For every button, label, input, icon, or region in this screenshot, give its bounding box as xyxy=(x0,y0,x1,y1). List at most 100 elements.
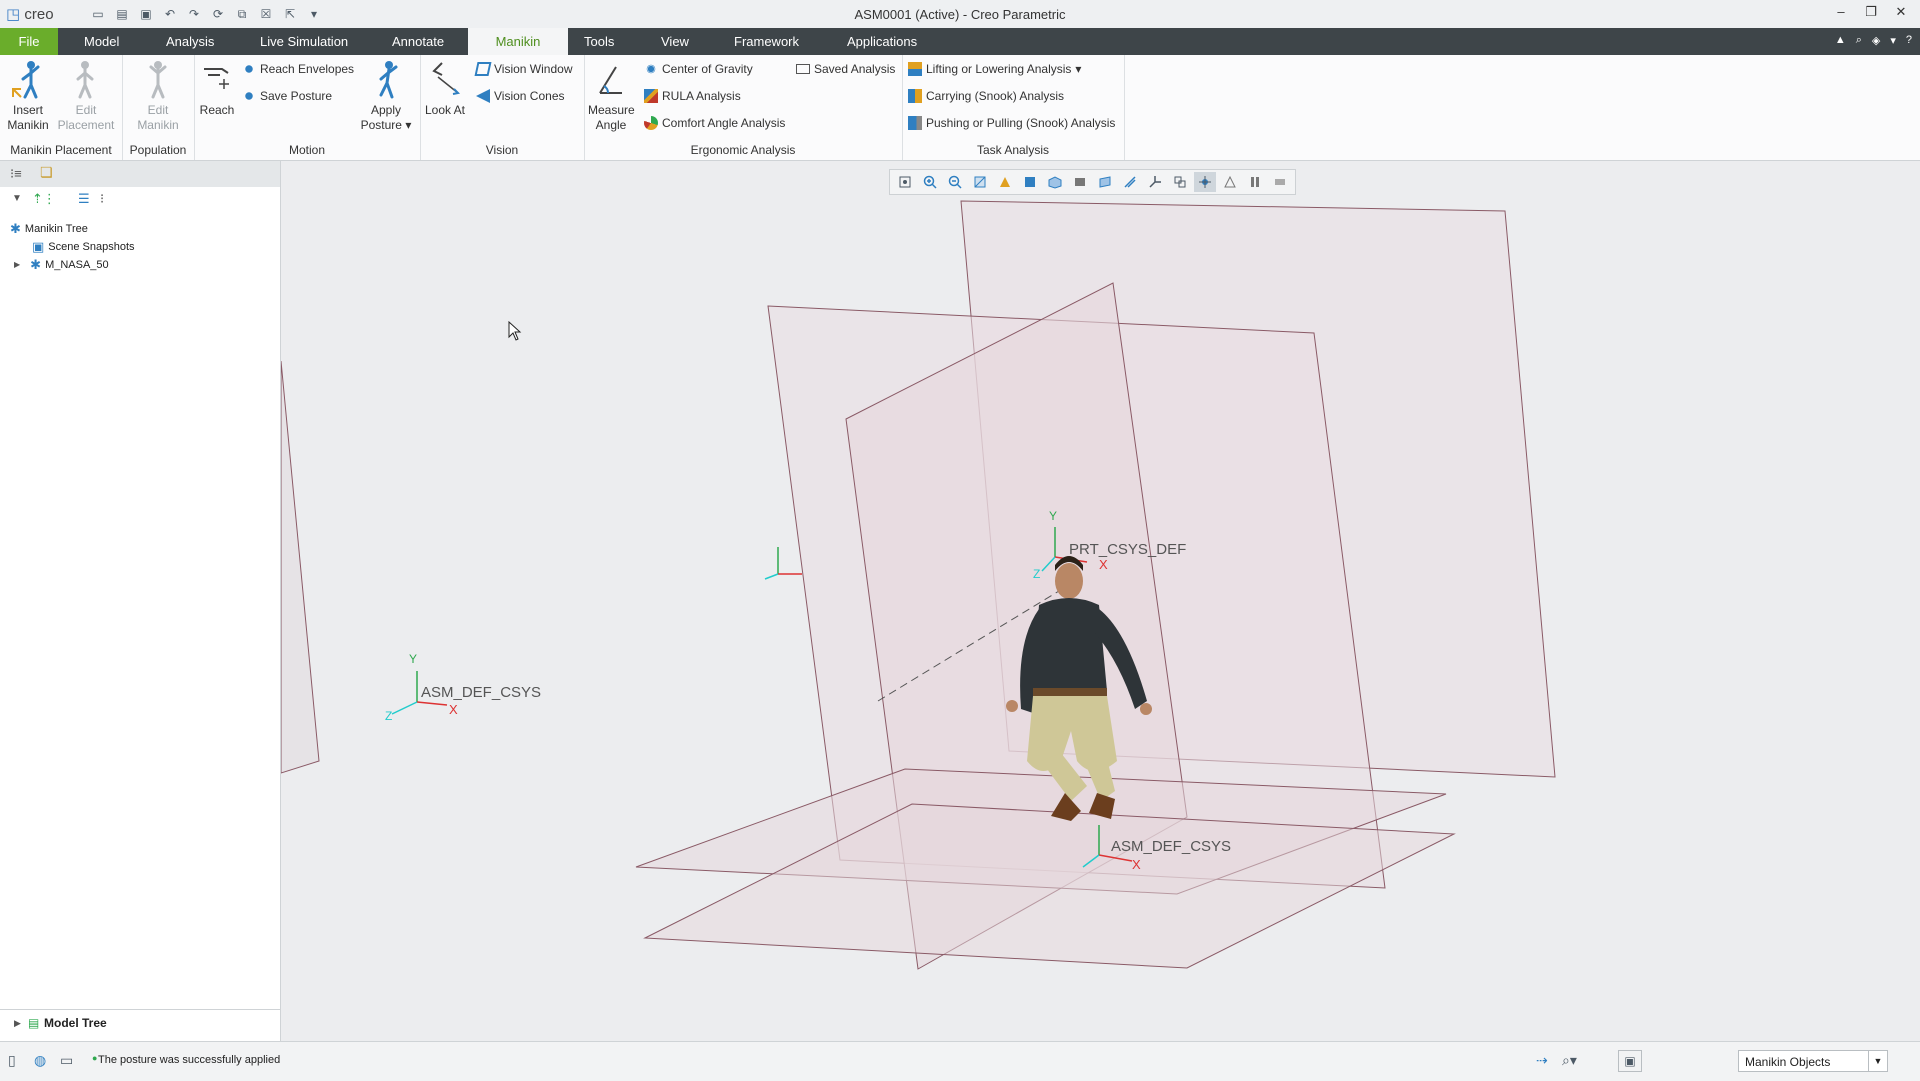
tab-model[interactable]: Model xyxy=(80,28,123,55)
measure-angle-icon xyxy=(599,66,622,94)
spin-center-icon[interactable] xyxy=(1194,172,1216,192)
zoom-out-icon[interactable] xyxy=(944,172,966,192)
axis-label-z-prt: Z xyxy=(1033,567,1041,581)
tab-analysis[interactable]: Analysis xyxy=(162,28,218,55)
ptc-community-icon[interactable]: ◈ xyxy=(1872,34,1880,47)
group-ergonomic-analysis: Measure Angle Center of Gravity Saved An… xyxy=(584,55,903,160)
open-file-icon[interactable]: ▤ xyxy=(112,4,132,24)
tab-view[interactable]: View xyxy=(657,28,693,55)
smart-select-icon[interactable]: ⇢ xyxy=(1536,1052,1548,1069)
zoom-in-icon[interactable] xyxy=(919,172,941,192)
perspective-icon[interactable] xyxy=(994,172,1016,192)
help-dropdown-icon[interactable]: ▾ xyxy=(1890,34,1896,47)
find-icon[interactable]: ⌕▾ xyxy=(1562,1052,1577,1069)
csys-label-prt[interactable]: PRT_CSYS_DEF xyxy=(1069,541,1186,558)
tab-file[interactable]: File xyxy=(0,28,58,55)
pause-icon[interactable] xyxy=(1244,172,1266,192)
model-tree-section[interactable]: ▶ ▤ Model Tree xyxy=(0,1009,280,1038)
redo-icon[interactable]: ↷ xyxy=(184,4,204,24)
tree-item-scene-snapshots[interactable]: ▣ Scene Snapshots xyxy=(32,238,135,256)
lifting-analysis-button[interactable]: Lifting or Lowering Analysis ▾ xyxy=(908,59,1081,79)
select-icon[interactable]: ⇱ xyxy=(280,4,300,24)
tab-tools[interactable]: Tools xyxy=(580,28,618,55)
group-label-vision: Vision xyxy=(485,143,519,157)
detail-view-icon[interactable]: ⁝ xyxy=(100,191,104,207)
tree-item-manikin[interactable]: ▶ ✱ M_NASA_50 xyxy=(14,256,109,274)
tab-live-simulation[interactable]: Live Simulation xyxy=(256,28,352,55)
chevron-down-icon[interactable]: ▾ xyxy=(1075,59,1081,79)
close-icon[interactable]: ✕ xyxy=(1890,4,1912,24)
window-controls: – ❐ ✕ xyxy=(1830,4,1912,24)
annotation-display-icon[interactable] xyxy=(1169,172,1191,192)
close-window-icon[interactable]: ☒ xyxy=(256,4,276,24)
customize-qat-icon[interactable]: ▾ xyxy=(304,4,324,24)
csys-label-floor[interactable]: ASM_DEF_CSYS xyxy=(1111,838,1231,855)
insert-manikin-button[interactable]: Insert Manikin xyxy=(4,59,52,133)
edit-manikin-button[interactable]: Edit Manikin xyxy=(130,59,186,133)
vision-cones-icon xyxy=(476,89,490,103)
tab-annotate[interactable]: Annotate xyxy=(388,28,448,55)
save-posture-button[interactable]: Save Posture xyxy=(242,86,332,106)
status-message: The posture was successfully applied xyxy=(98,1054,281,1066)
expand-arrow-icon[interactable]: ▼ xyxy=(12,193,22,204)
expand-arrow-icon[interactable]: ▶ xyxy=(14,1018,21,1029)
carrying-analysis-button[interactable]: Carrying (Snook) Analysis xyxy=(908,86,1064,106)
search-icon[interactable]: ⌕ xyxy=(1856,34,1862,47)
windows-icon[interactable]: ⧉ xyxy=(232,4,252,24)
folder-browser-tab-icon[interactable]: ❏ xyxy=(40,164,53,181)
measure-angle-button[interactable]: Measure Angle xyxy=(588,59,635,133)
help-icon[interactable]: ? xyxy=(1906,34,1912,47)
next-icon[interactable] xyxy=(1269,172,1291,192)
new-file-icon[interactable]: ▭ xyxy=(88,4,108,24)
full-screen-icon[interactable]: ▭ xyxy=(60,1052,73,1069)
navigator-tabs: ⁝≡ ❏ xyxy=(0,161,280,187)
look-at-button[interactable]: Look At xyxy=(424,59,466,118)
view-manager-icon[interactable] xyxy=(1069,172,1091,192)
refit-icon[interactable] xyxy=(894,172,916,192)
collapse-ribbon-icon[interactable]: ▲ xyxy=(1835,34,1846,47)
selection-buffer-icon[interactable]: ▣ xyxy=(1618,1050,1642,1072)
tab-manikin[interactable]: Manikin xyxy=(468,28,568,56)
graphics-window[interactable]: ASM_DEF_CSYS Y X Z ASM_DEF_CSYS X PRT_CS… xyxy=(281,161,1920,1041)
restore-icon[interactable]: ❐ xyxy=(1860,4,1882,24)
regenerate-icon[interactable]: ⟳ xyxy=(208,4,228,24)
list-view-icon[interactable]: ☰ xyxy=(78,191,90,207)
tree-root[interactable]: ✱ Manikin Tree xyxy=(10,220,88,238)
saved-analysis-button[interactable]: Saved Analysis xyxy=(796,59,895,79)
selection-filter-dropdown[interactable]: Manikin Objects ▼ xyxy=(1738,1050,1888,1072)
reach-envelopes-button[interactable]: Reach Envelopes xyxy=(242,59,354,79)
pushing-analysis-button[interactable]: Pushing or Pulling (Snook) Analysis xyxy=(908,113,1115,133)
rula-analysis-button[interactable]: RULA Analysis xyxy=(644,86,741,106)
ribbon: Insert Manikin Edit Placement Manikin Pl… xyxy=(0,55,1920,161)
repaint-icon[interactable] xyxy=(969,172,991,192)
datum-display-icon[interactable] xyxy=(1119,172,1141,192)
toggle-browser-icon[interactable]: ◍ xyxy=(34,1052,46,1069)
model-tree-tab-icon[interactable]: ⁝≡ xyxy=(10,166,22,182)
expand-arrow-icon[interactable]: ▶ xyxy=(14,256,20,274)
section-icon[interactable] xyxy=(1094,172,1116,192)
saved-orientations-icon[interactable] xyxy=(1044,172,1066,192)
csys-label-left[interactable]: ASM_DEF_CSYS xyxy=(421,684,541,701)
datum-plane-left[interactable] xyxy=(281,360,320,774)
group-label-population: Population xyxy=(129,143,187,157)
vision-window-button[interactable]: Vision Window xyxy=(474,59,572,79)
tab-applications[interactable]: Applications xyxy=(843,28,921,55)
toggle-navigator-icon[interactable]: ▯ xyxy=(8,1052,16,1069)
vision-cones-button[interactable]: Vision Cones xyxy=(476,86,565,106)
center-of-gravity-button[interactable]: Center of Gravity xyxy=(644,59,753,79)
annotation-orientation-icon[interactable] xyxy=(1219,172,1241,192)
tab-framework[interactable]: Framework xyxy=(730,28,803,55)
group-manikin-placement: Insert Manikin Edit Placement Manikin Pl… xyxy=(0,55,123,160)
chevron-down-icon[interactable]: ▼ xyxy=(1868,1051,1887,1071)
save-icon[interactable]: ▣ xyxy=(136,4,156,24)
manikin-settings-icon[interactable]: ⇡⋮ xyxy=(32,191,56,207)
csys-display-icon[interactable] xyxy=(1144,172,1166,192)
minimize-icon[interactable]: – xyxy=(1830,4,1852,24)
edit-placement-button[interactable]: Edit Placement xyxy=(56,59,116,133)
comfort-angle-button[interactable]: Comfort Angle Analysis xyxy=(644,113,785,133)
display-style-icon[interactable] xyxy=(1019,172,1041,192)
reach-button[interactable]: Reach xyxy=(196,59,238,118)
apply-posture-button[interactable]: Apply Posture ▾ xyxy=(356,59,416,133)
undo-icon[interactable]: ↶ xyxy=(160,4,180,24)
pushing-icon xyxy=(908,116,922,130)
